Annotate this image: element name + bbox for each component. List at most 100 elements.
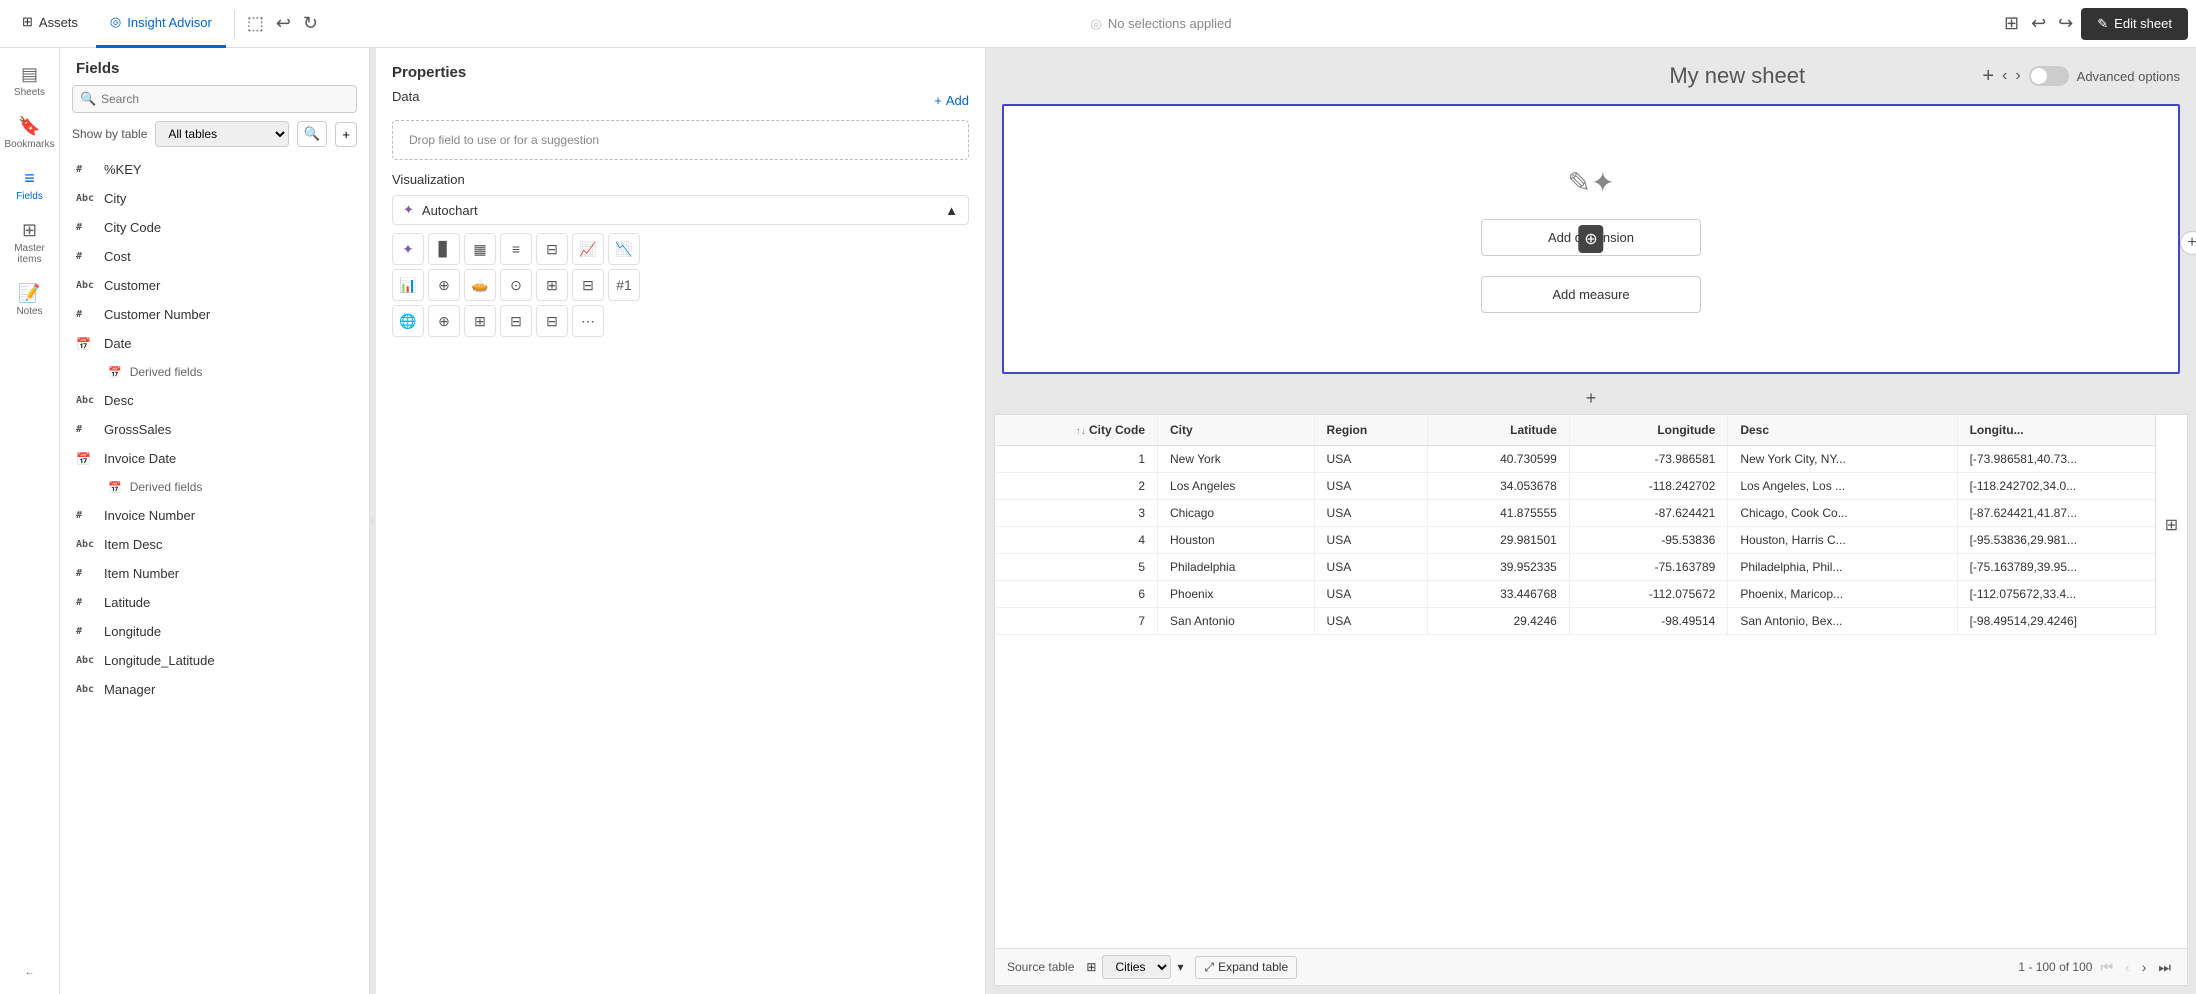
add-row-btn[interactable]: + — [986, 382, 2196, 414]
back-icon: ← — [25, 967, 35, 978]
redo-tool[interactable]: ↻ — [299, 9, 322, 38]
add-field-btn[interactable]: + Add — [934, 93, 969, 108]
viz-kpi-btn[interactable]: #1 — [608, 269, 640, 301]
cell-longitu: [-118.242702,34.0... — [1957, 473, 2186, 500]
field-item-city-code[interactable]: # City Code — [60, 213, 369, 242]
sidebar-item-sheets[interactable]: ▤ Sheets — [0, 56, 59, 106]
assets-tab[interactable]: ⊞ Assets — [8, 0, 92, 48]
viz-magic-btn[interactable]: ✦ — [392, 233, 424, 265]
add-sheet-btn[interactable]: + — [1982, 65, 1994, 88]
field-name: Customer — [104, 278, 160, 293]
bookmarks-icon: 🔖 — [18, 116, 40, 137]
viz-scatter-btn[interactable]: ⊕ — [428, 269, 460, 301]
autochart-row[interactable]: ✦ Autochart ▲ — [392, 195, 969, 225]
field-item-item-desc[interactable]: Abc Item Desc — [60, 530, 369, 559]
cell-city: Los Angeles — [1158, 473, 1315, 500]
grid-layout-btn[interactable]: ⊞ — [2000, 9, 2023, 38]
viz-line-btn[interactable]: 📈 — [572, 233, 604, 265]
cell-city: Philadelphia — [1158, 554, 1315, 581]
viz-box-btn[interactable]: ⊟ — [536, 305, 568, 337]
main-layout: ▤ Sheets 🔖 Bookmarks ≡ Fields ⊞ Master i… — [0, 48, 2196, 994]
field-item-customer-number[interactable]: # Customer Number — [60, 300, 369, 329]
data-table-scroll[interactable]: ↑↓ City Code City Region Latitude Longit… — [995, 415, 2187, 948]
first-page-btn[interactable]: ⏮ — [2096, 957, 2117, 978]
cell-lat: 29.981501 — [1428, 527, 1570, 554]
sidebar-item-fields[interactable]: ≡ Fields — [0, 160, 59, 210]
field-item-city[interactable]: Abc City — [60, 184, 369, 213]
col-city-code[interactable]: ↑↓ City Code — [995, 415, 1158, 446]
pencil-icon: ✎ — [2097, 16, 2108, 32]
field-type-hash: # — [76, 309, 96, 320]
insight-advisor-icon: ◎ — [110, 14, 121, 30]
next-page-btn[interactable]: › — [2138, 957, 2151, 977]
viz-pie-btn[interactable]: 🥧 — [464, 269, 496, 301]
col-desc[interactable]: Desc — [1728, 415, 1957, 446]
viz-donut-btn[interactable]: ⊙ — [500, 269, 532, 301]
chevron-down-icon: ▾ — [1177, 960, 1183, 974]
field-item-longitude-latitude[interactable]: Abc Longitude_Latitude — [60, 646, 369, 675]
prev-page-btn[interactable]: ‹ — [2121, 957, 2134, 977]
viz-heatmap-btn[interactable]: ⊞ — [464, 305, 496, 337]
next-sheet-btn[interactable]: › — [2015, 67, 2020, 85]
field-item-manager[interactable]: Abc Manager — [60, 675, 369, 704]
lasso-tool[interactable]: ⬚ — [243, 9, 268, 38]
back-nav-btn[interactable]: ↩ — [2027, 9, 2050, 38]
edit-sheet-button[interactable]: ✎ Edit sheet — [2081, 8, 2188, 40]
viz-map-btn[interactable]: 🌐 — [392, 305, 424, 337]
table-add-column-btn[interactable]: ⊞ — [2155, 415, 2187, 635]
back-to-hub-btn[interactable]: ← — [21, 959, 39, 986]
field-type-hash: # — [76, 597, 96, 608]
viz-pivot-btn[interactable]: ⊞ — [536, 269, 568, 301]
field-item-latitude[interactable]: # Latitude — [60, 588, 369, 617]
field-item-longitude[interactable]: # Longitude — [60, 617, 369, 646]
col-city[interactable]: City — [1158, 415, 1315, 446]
viz-icons-grid: ✦ ▊ ▦ ≡ ⊟ 📈 📉 📊 ⊕ 🥧 ⊙ ⊞ ⊟ #1 🌐 ⊕ ⊞ ⊟ ⊟ ⋯ — [392, 233, 969, 337]
viz-stacked-btn[interactable]: ▦ — [464, 233, 496, 265]
col-latitude[interactable]: Latitude — [1428, 415, 1570, 446]
sidebar-item-bookmarks[interactable]: 🔖 Bookmarks — [0, 108, 59, 158]
field-item-gross-sales[interactable]: # GrossSales — [60, 415, 369, 444]
field-item-invoice-number[interactable]: # Invoice Number — [60, 501, 369, 530]
viz-waterfall-btn[interactable]: ⊟ — [536, 233, 568, 265]
col-region[interactable]: Region — [1314, 415, 1428, 446]
field-item-customer[interactable]: Abc Customer — [60, 271, 369, 300]
sidebar-item-notes[interactable]: 📝 Notes — [0, 275, 59, 325]
viz-horiz-btn[interactable]: ≡ — [500, 233, 532, 265]
field-item-derived-date[interactable]: 📅 Derived fields — [60, 358, 369, 386]
field-item-date[interactable]: 📅 Date — [60, 329, 369, 358]
chart-add-right-btn[interactable]: + — [2180, 231, 2196, 255]
viz-treemap-btn[interactable]: ⊕ — [428, 305, 460, 337]
viz-bar-btn[interactable]: ▊ — [428, 233, 460, 265]
drop-field-area[interactable]: Drop field to use or for a suggestion — [392, 120, 969, 160]
last-page-btn[interactable]: ⏭ — [2154, 957, 2175, 978]
add-measure-button[interactable]: Add measure — [1481, 276, 1701, 313]
field-item-invoice-date[interactable]: 📅 Invoice Date — [60, 444, 369, 473]
viz-sankey-btn[interactable]: ⊟ — [500, 305, 532, 337]
undo-tool[interactable]: ↩ — [272, 9, 295, 38]
viz-more-btn[interactable]: ⋯ — [572, 305, 604, 337]
col-longitu[interactable]: Longitu... — [1957, 415, 2186, 446]
prev-sheet-btn[interactable]: ‹ — [2002, 67, 2007, 85]
viz-area-btn[interactable]: 📉 — [608, 233, 640, 265]
chart-drag-handle[interactable]: ⊕ — [1578, 225, 1603, 253]
field-item-cost[interactable]: # Cost — [60, 242, 369, 271]
forward-nav-btn[interactable]: ↪ — [2054, 9, 2077, 38]
expand-table-btn[interactable]: ⤢ Expand table — [1195, 956, 1297, 979]
insight-advisor-tab[interactable]: ◎ Insight Advisor — [96, 0, 226, 48]
all-tables-select[interactable]: All tables — [155, 121, 288, 147]
table-search-btn[interactable]: 🔍 — [297, 121, 328, 147]
col-longitude[interactable]: Longitude — [1569, 415, 1727, 446]
viz-straight-table-btn[interactable]: ⊟ — [572, 269, 604, 301]
field-item-desc[interactable]: Abc Desc — [60, 386, 369, 415]
field-item-pct-key[interactable]: # %KEY — [60, 155, 369, 184]
advanced-options-toggle: Advanced options — [2029, 66, 2180, 86]
field-item-derived-invoice[interactable]: 📅 Derived fields — [60, 473, 369, 501]
source-table-select[interactable]: Cities — [1102, 955, 1171, 979]
search-input[interactable] — [72, 85, 357, 113]
table-add-btn[interactable]: + — [335, 122, 357, 147]
sidebar-item-master-items[interactable]: ⊞ Master items — [0, 212, 59, 273]
toggle-switch[interactable] — [2029, 66, 2069, 86]
viz-combo-btn[interactable]: 📊 — [392, 269, 424, 301]
topbar: ⊞ Assets ◎ Insight Advisor ⬚ ↩ ↻ ◎ No se… — [0, 0, 2196, 48]
field-item-item-number[interactable]: # Item Number — [60, 559, 369, 588]
